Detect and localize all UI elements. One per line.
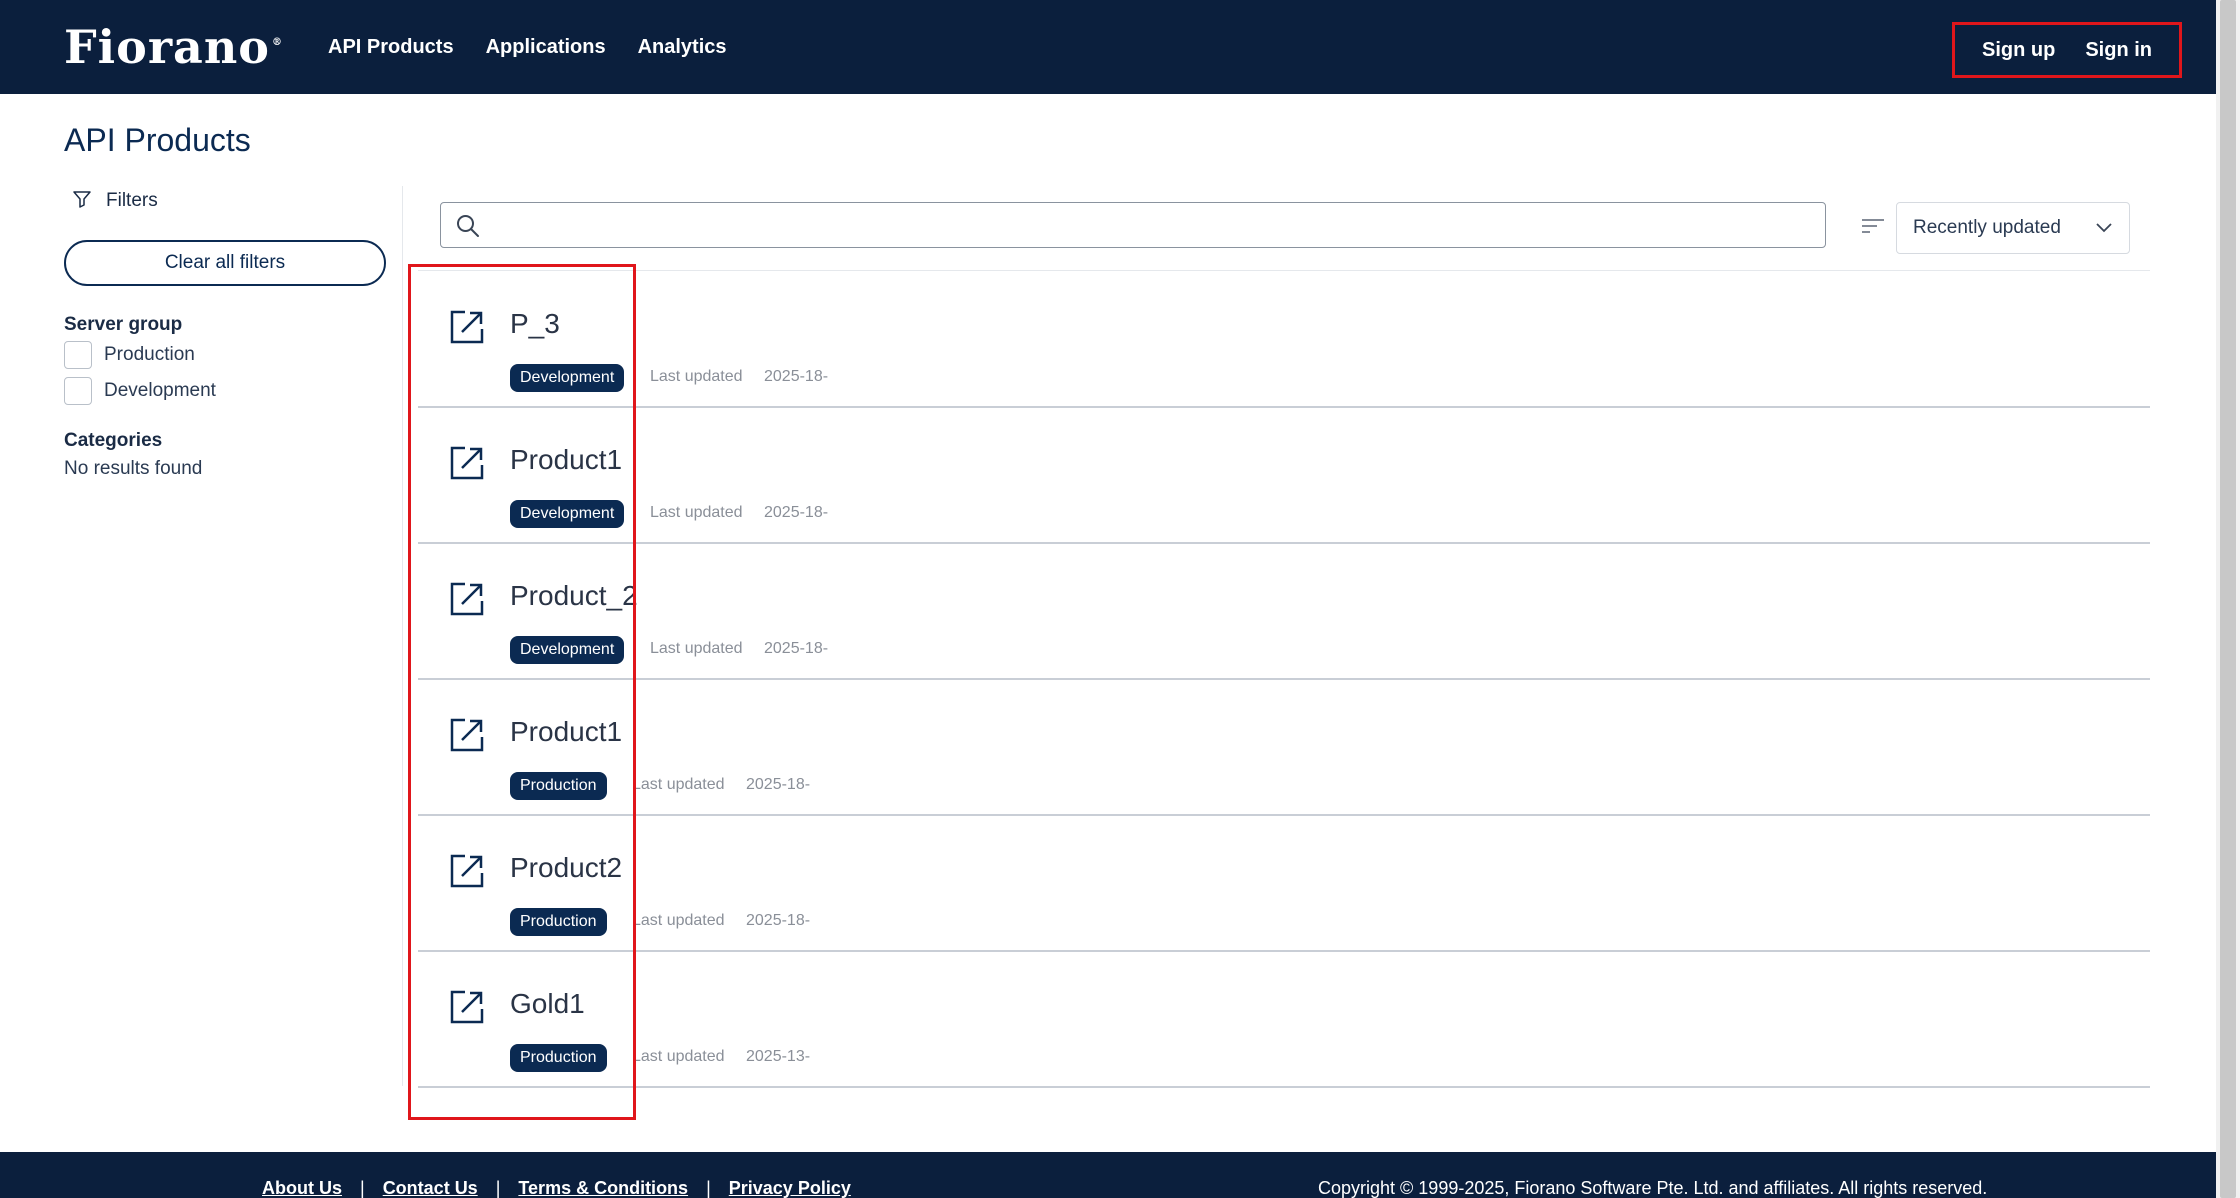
product-name[interactable]: Product1 (510, 444, 622, 476)
copyright-text: Copyright © 1999-2025, Fiorano Software … (1318, 1178, 1988, 1198)
last-updated-date: 2025-18- (764, 504, 829, 521)
search-box[interactable] (440, 202, 1826, 248)
sort-selected-value: Recently updated (1913, 217, 2061, 238)
filters-sidebar: Filters Clear all filters Server group P… (64, 186, 386, 480)
external-link-icon[interactable] (448, 988, 486, 1031)
privacy-policy-link[interactable]: Privacy Policy (729, 1178, 851, 1198)
page-title: API Products (64, 122, 251, 158)
logo-text: Fiorano (64, 20, 270, 74)
server-group-badge: Production (510, 1044, 607, 1072)
last-updated-date: 2025-18- (764, 368, 829, 385)
product-name[interactable]: Gold1 (510, 988, 585, 1020)
sort-icon[interactable] (1860, 216, 1886, 241)
server-group-badge: Development (510, 636, 625, 664)
list-top-rule (418, 270, 2150, 271)
product-name[interactable]: P_3 (510, 308, 560, 340)
product-item[interactable]: Product1 Production Last updated 2025-18… (418, 680, 2150, 816)
server-group-badge: Production (510, 908, 607, 936)
last-updated-label: Last updated (650, 504, 743, 521)
sidebar-divider (402, 186, 403, 1086)
production-label: Production (104, 344, 195, 365)
development-label: Development (104, 380, 216, 401)
about-us-link[interactable]: About Us (262, 1178, 342, 1198)
external-link-icon[interactable] (448, 444, 486, 487)
categories-title: Categories (64, 430, 163, 451)
last-updated-date: 2025-18- (746, 776, 811, 793)
filter-development[interactable]: Development (64, 374, 386, 408)
product-name[interactable]: Product2 (510, 852, 622, 884)
chevron-down-icon (2093, 217, 2115, 245)
footer-links: About Us | Contact Us | Terms & Conditio… (262, 1178, 851, 1198)
last-updated-label: Last updated (632, 776, 725, 793)
server-group-badge: Development (510, 364, 625, 392)
last-updated-label: Last updated (650, 640, 743, 657)
external-link-icon[interactable] (448, 716, 486, 759)
last-updated-label: Last updated (650, 368, 743, 385)
last-updated-date: 2025-18- (764, 640, 829, 657)
footer-separator: | (495, 1178, 501, 1198)
external-link-icon[interactable] (448, 308, 486, 351)
filter-icon (72, 189, 92, 214)
product-item[interactable]: Product_2 Development Last updated 2025-… (418, 544, 2150, 680)
clear-all-filters-button[interactable]: Clear all filters (64, 240, 386, 286)
server-group-badge: Production (510, 772, 607, 800)
development-checkbox[interactable] (64, 377, 92, 405)
last-updated-label: Last updated (632, 912, 725, 929)
server-group-badge: Development (510, 500, 625, 528)
external-link-icon[interactable] (448, 852, 486, 895)
logo-mark: ® (271, 37, 283, 48)
product-item[interactable]: Gold1 Production Last updated 2025-13- (418, 952, 2150, 1088)
footer: About Us | Contact Us | Terms & Conditio… (0, 1152, 2216, 1198)
product-item[interactable]: Product1 Development Last updated 2025-1… (418, 408, 2150, 544)
product-item[interactable]: Product2 Production Last updated 2025-18… (418, 816, 2150, 952)
filters-label: Filters (106, 190, 158, 211)
main-nav: API Products Applications Analytics (328, 0, 727, 94)
auth-links-highlight: Sign up Sign in (1952, 22, 2182, 78)
last-updated-date: 2025-13- (746, 1048, 811, 1065)
external-link-icon[interactable] (448, 580, 486, 623)
product-name[interactable]: Product1 (510, 716, 622, 748)
categories-empty: No results found (64, 458, 203, 479)
footer-separator: | (360, 1178, 365, 1198)
contact-us-link[interactable]: Contact Us (383, 1178, 478, 1198)
product-name[interactable]: Product_2 (510, 580, 638, 612)
filter-production[interactable]: Production (64, 338, 386, 372)
footer-separator: | (706, 1178, 711, 1198)
search-icon (455, 213, 481, 244)
production-checkbox[interactable] (64, 341, 92, 369)
sign-up-link[interactable]: Sign up (1982, 39, 2055, 62)
nav-applications[interactable]: Applications (486, 36, 606, 59)
sort-select[interactable]: Recently updated (1896, 202, 2130, 254)
last-updated-date: 2025-18- (746, 912, 811, 929)
top-navbar: Fiorano ® API Products Applications Analy… (0, 0, 2216, 94)
sign-in-link[interactable]: Sign in (2085, 39, 2152, 62)
scrollbar-thumb[interactable] (2220, 0, 2236, 1198)
nav-api-products[interactable]: API Products (328, 36, 454, 59)
last-updated-label: Last updated (632, 1048, 725, 1065)
fiorano-logo[interactable]: Fiorano ® (64, 24, 283, 70)
search-input[interactable] (493, 203, 1813, 247)
filters-header: Filters (64, 186, 386, 216)
terms-link[interactable]: Terms & Conditions (518, 1178, 688, 1198)
product-item[interactable]: P_3 Development Last updated 2025-18- (418, 272, 2150, 408)
vertical-scrollbar[interactable] (2216, 0, 2240, 1198)
nav-analytics[interactable]: Analytics (638, 36, 727, 59)
server-group-title: Server group (64, 314, 183, 335)
